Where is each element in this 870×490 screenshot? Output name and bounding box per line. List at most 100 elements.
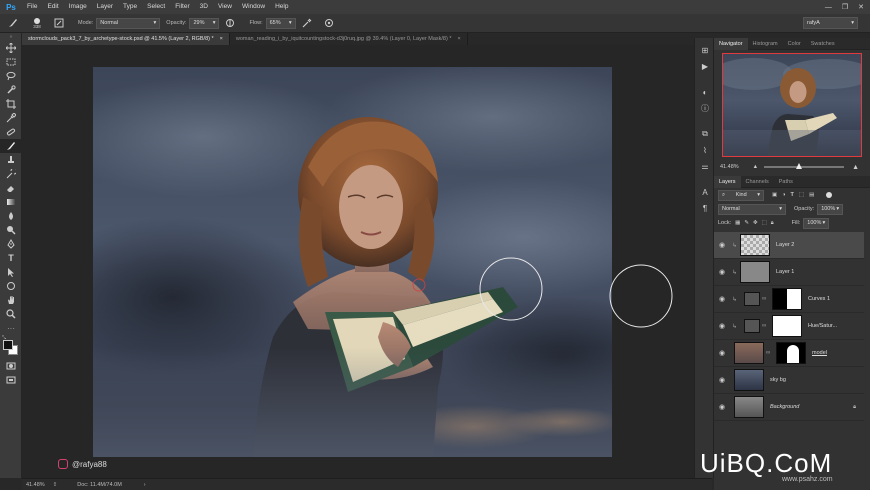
actions-panel-icon[interactable]: ▶ [695,58,715,74]
close-icon[interactable]: × [458,36,461,42]
filter-adjustment-icon[interactable]: ◑ [782,192,785,198]
layer-name[interactable]: Layer 2 [776,242,794,248]
screen-mode-icon[interactable] [0,373,22,387]
blend-mode-select[interactable]: Normal ▾ [718,204,786,215]
layer-row-curves-1[interactable]: ◉ ↳ ∞ Curves 1 [714,286,864,313]
character-panel-icon[interactable]: A [695,184,715,200]
lock-all-icon[interactable]: 🔒︎ [771,220,774,227]
pressure-opacity-icon[interactable] [223,17,237,29]
type-tool-icon[interactable]: T [0,251,22,265]
layer-filter-select[interactable]: ⌕ Kind ▾ [718,190,764,201]
brush-tool-icon[interactable] [6,17,20,29]
fill-field[interactable]: 100% ▾ [803,218,829,229]
share-icon[interactable]: ⇪ [53,482,58,488]
tab-layers[interactable]: Layers [714,176,741,188]
canvas-area[interactable]: @rafya88 [22,45,712,478]
close-icon[interactable]: × [220,36,223,42]
lock-transparency-icon[interactable]: ▦ [735,220,740,226]
pressure-size-icon[interactable] [322,17,336,29]
tab-channels[interactable]: Channels [741,176,774,188]
menu-image[interactable]: Image [64,0,92,14]
layer-name[interactable]: sky bg [770,377,786,383]
pen-tool-icon[interactable] [0,237,22,251]
layer-name[interactable]: Layer 1 [776,269,794,275]
layer-name[interactable]: Background [770,404,799,410]
lock-position-icon[interactable]: ✥ [753,220,758,226]
zoom-slider-thumb[interactable] [796,163,802,169]
flow-field[interactable]: 65% ▾ [266,18,296,29]
marquee-tool-icon[interactable] [0,55,22,69]
spot-healing-tool-icon[interactable] [0,125,22,139]
history-brush-tool-icon[interactable] [0,167,22,181]
navigator-preview[interactable] [722,53,862,157]
zoom-tool-icon[interactable] [0,307,22,321]
gradient-tool-icon[interactable] [0,195,22,209]
status-zoom[interactable]: 41.48% [26,482,45,488]
layer-name[interactable]: Curves 1 [808,296,830,302]
collapse-arrows-icon[interactable]: » [0,33,22,41]
more-tools-icon[interactable]: ··· [0,321,22,335]
filter-pixel-icon[interactable]: ▣ [772,192,777,198]
brush-preset-picker[interactable]: 338 [26,16,48,30]
menu-layer[interactable]: Layer [92,0,118,14]
lasso-tool-icon[interactable] [0,69,22,83]
transform-panel-icon[interactable]: ⧉ [695,126,715,142]
brush-tool-icon[interactable] [0,139,22,153]
tab-swatches[interactable]: Swatches [806,38,840,50]
visibility-eye-icon[interactable]: ◉ [714,241,730,249]
filter-toggle-icon[interactable] [826,192,832,198]
paragraph-panel-icon[interactable]: ¶ [695,200,715,216]
menu-3d[interactable]: 3D [195,0,213,14]
tab-stormclouds[interactable]: stormclouds_pack3_7_by_archetype-stock.p… [22,33,230,45]
layer-row-background[interactable]: ◉ Background 🔒︎ [714,394,864,421]
tab-woman-reading[interactable]: woman_reading_i_by_iquitcountingstock-d3… [230,33,468,45]
eraser-tool-icon[interactable] [0,181,22,195]
clone-stamp-tool-icon[interactable] [0,153,22,167]
menu-select[interactable]: Select [142,0,170,14]
visibility-eye-icon[interactable]: ◉ [714,403,730,411]
zoom-out-icon[interactable]: ▲ [753,164,758,170]
status-menu-arrow[interactable]: › [144,482,146,488]
layer-row-model[interactable]: ◉ ∞ model [714,340,864,367]
menu-view[interactable]: View [213,0,237,14]
close-button[interactable]: ✕ [858,3,864,11]
menu-file[interactable]: File [22,0,42,14]
foreground-color[interactable] [3,340,13,350]
navigator-zoom-value[interactable]: 41.48% [720,164,739,170]
filter-smart-object-icon[interactable]: ▤ [809,192,814,198]
mode-select[interactable]: Normal ▾ [96,18,160,29]
color-swatches[interactable]: ⤡ [0,335,22,359]
filter-type-icon[interactable]: T [791,192,794,198]
filter-shape-icon[interactable]: ⬚ [799,192,804,198]
document-canvas[interactable] [93,67,612,457]
zoom-in-icon[interactable]: ▲ [852,164,859,171]
tab-histogram[interactable]: Histogram [748,38,783,50]
dodge-tool-icon[interactable] [0,223,22,237]
brush-settings-panel-icon[interactable]: ⌇ [695,142,715,158]
blur-tool-icon[interactable] [0,209,22,223]
lock-artboard-icon[interactable]: ⬚ [762,220,767,226]
adjustments-panel-icon[interactable]: ◐ [695,84,715,100]
menu-window[interactable]: Window [237,0,270,14]
quick-mask-icon[interactable] [0,359,22,373]
visibility-eye-icon[interactable]: ◉ [714,376,730,384]
zoom-slider[interactable] [764,166,844,168]
eyedropper-tool-icon[interactable] [0,111,22,125]
menu-filter[interactable]: Filter [170,0,194,14]
airbrush-icon[interactable] [300,17,314,29]
menu-help[interactable]: Help [270,0,293,14]
workspace-select[interactable]: rafyA ▾ [803,17,858,29]
tab-navigator[interactable]: Navigator [714,38,748,50]
layer-name[interactable]: Hue/Satur... [808,323,837,329]
hand-tool-icon[interactable] [0,293,22,307]
layer-opacity-field[interactable]: 100% ▾ [817,204,843,215]
layer-row-layer-1[interactable]: ◉ ↳ Layer 1 [714,259,864,286]
visibility-eye-icon[interactable]: ◉ [714,322,730,330]
layer-name[interactable]: model [812,350,827,356]
lock-pixels-icon[interactable]: ✎ [744,220,749,226]
brush-panel-icon[interactable] [52,17,66,29]
history-panel-icon[interactable]: ⊞ [695,42,715,58]
visibility-eye-icon[interactable]: ◉ [714,295,730,303]
layer-row-hue-saturation[interactable]: ◉ ↳ ∞ Hue/Satur... [714,313,864,340]
move-tool-icon[interactable] [0,41,22,55]
